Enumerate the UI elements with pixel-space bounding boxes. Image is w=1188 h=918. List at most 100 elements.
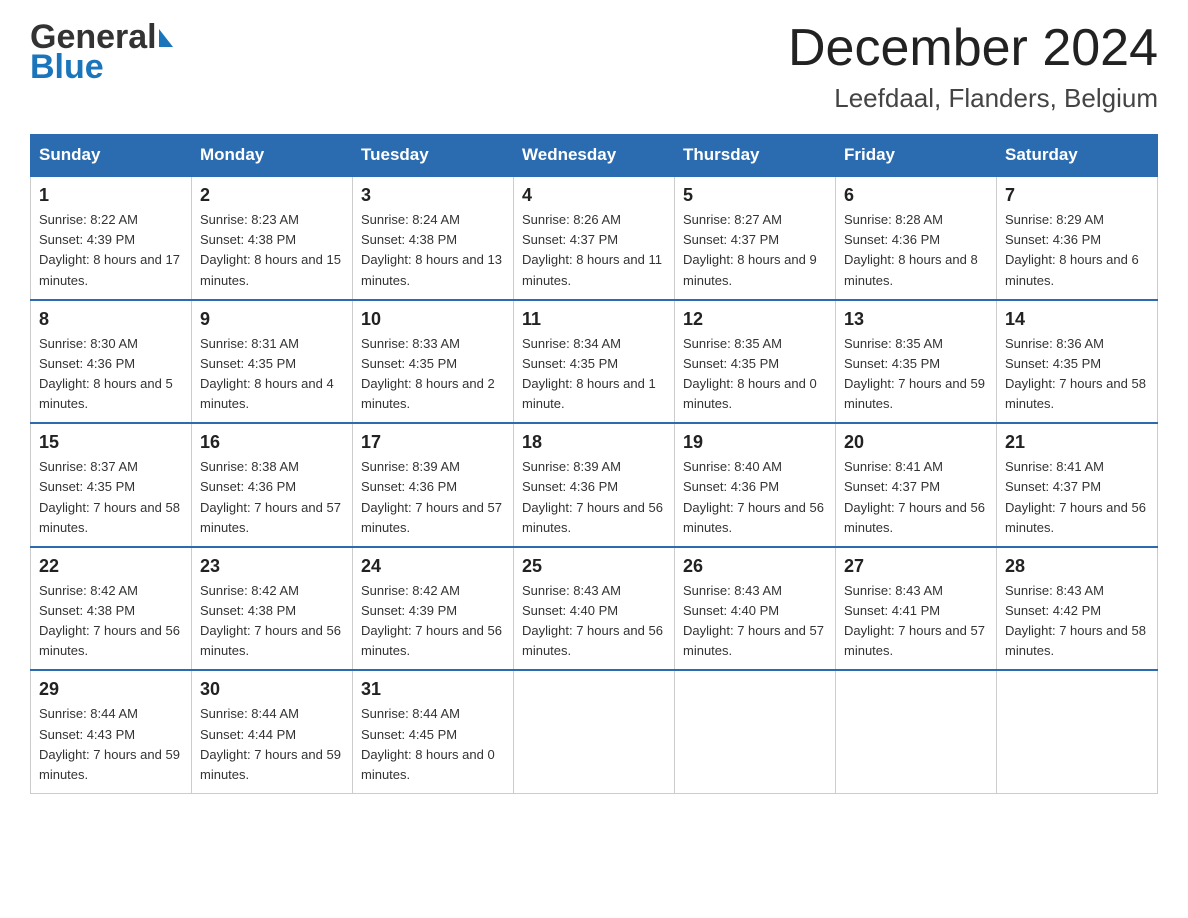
day-info: Sunrise: 8:26 AM Sunset: 4:37 PM Dayligh… xyxy=(522,210,666,291)
day-info: Sunrise: 8:35 AM Sunset: 4:35 PM Dayligh… xyxy=(844,334,988,415)
day-cell-14: 14 Sunrise: 8:36 AM Sunset: 4:35 PM Dayl… xyxy=(997,300,1158,424)
day-number: 13 xyxy=(844,309,988,330)
day-cell-7: 7 Sunrise: 8:29 AM Sunset: 4:36 PM Dayli… xyxy=(997,176,1158,300)
day-cell-5: 5 Sunrise: 8:27 AM Sunset: 4:37 PM Dayli… xyxy=(675,176,836,300)
day-number: 18 xyxy=(522,432,666,453)
day-cell-2: 2 Sunrise: 8:23 AM Sunset: 4:38 PM Dayli… xyxy=(192,176,353,300)
day-cell-23: 23 Sunrise: 8:42 AM Sunset: 4:38 PM Dayl… xyxy=(192,547,353,671)
day-number: 8 xyxy=(39,309,183,330)
day-number: 30 xyxy=(200,679,344,700)
day-cell-13: 13 Sunrise: 8:35 AM Sunset: 4:35 PM Dayl… xyxy=(836,300,997,424)
day-info: Sunrise: 8:31 AM Sunset: 4:35 PM Dayligh… xyxy=(200,334,344,415)
empty-cell xyxy=(675,670,836,793)
day-number: 25 xyxy=(522,556,666,577)
day-number: 14 xyxy=(1005,309,1149,330)
day-number: 6 xyxy=(844,185,988,206)
day-number: 12 xyxy=(683,309,827,330)
page-header: General Blue December 2024 Leefdaal, Fla… xyxy=(30,20,1158,114)
day-info: Sunrise: 8:42 AM Sunset: 4:39 PM Dayligh… xyxy=(361,581,505,662)
day-info: Sunrise: 8:43 AM Sunset: 4:40 PM Dayligh… xyxy=(522,581,666,662)
week-row-4: 22 Sunrise: 8:42 AM Sunset: 4:38 PM Dayl… xyxy=(31,547,1158,671)
day-number: 11 xyxy=(522,309,666,330)
day-info: Sunrise: 8:43 AM Sunset: 4:41 PM Dayligh… xyxy=(844,581,988,662)
day-info: Sunrise: 8:36 AM Sunset: 4:35 PM Dayligh… xyxy=(1005,334,1149,415)
day-info: Sunrise: 8:43 AM Sunset: 4:40 PM Dayligh… xyxy=(683,581,827,662)
day-number: 16 xyxy=(200,432,344,453)
day-info: Sunrise: 8:44 AM Sunset: 4:43 PM Dayligh… xyxy=(39,704,183,785)
day-cell-21: 21 Sunrise: 8:41 AM Sunset: 4:37 PM Dayl… xyxy=(997,423,1158,547)
logo-general-text: General xyxy=(30,18,157,56)
week-row-2: 8 Sunrise: 8:30 AM Sunset: 4:36 PM Dayli… xyxy=(31,300,1158,424)
day-info: Sunrise: 8:41 AM Sunset: 4:37 PM Dayligh… xyxy=(1005,457,1149,538)
day-number: 29 xyxy=(39,679,183,700)
day-number: 10 xyxy=(361,309,505,330)
day-info: Sunrise: 8:27 AM Sunset: 4:37 PM Dayligh… xyxy=(683,210,827,291)
month-title: December 2024 xyxy=(788,20,1158,77)
header-tuesday: Tuesday xyxy=(353,135,514,177)
day-number: 2 xyxy=(200,185,344,206)
header-friday: Friday xyxy=(836,135,997,177)
day-info: Sunrise: 8:28 AM Sunset: 4:36 PM Dayligh… xyxy=(844,210,988,291)
empty-cell xyxy=(514,670,675,793)
day-cell-11: 11 Sunrise: 8:34 AM Sunset: 4:35 PM Dayl… xyxy=(514,300,675,424)
day-info: Sunrise: 8:38 AM Sunset: 4:36 PM Dayligh… xyxy=(200,457,344,538)
day-number: 26 xyxy=(683,556,827,577)
day-cell-15: 15 Sunrise: 8:37 AM Sunset: 4:35 PM Dayl… xyxy=(31,423,192,547)
day-info: Sunrise: 8:34 AM Sunset: 4:35 PM Dayligh… xyxy=(522,334,666,415)
day-cell-10: 10 Sunrise: 8:33 AM Sunset: 4:35 PM Dayl… xyxy=(353,300,514,424)
day-cell-29: 29 Sunrise: 8:44 AM Sunset: 4:43 PM Dayl… xyxy=(31,670,192,793)
week-row-1: 1 Sunrise: 8:22 AM Sunset: 4:39 PM Dayli… xyxy=(31,176,1158,300)
day-cell-6: 6 Sunrise: 8:28 AM Sunset: 4:36 PM Dayli… xyxy=(836,176,997,300)
day-cell-25: 25 Sunrise: 8:43 AM Sunset: 4:40 PM Dayl… xyxy=(514,547,675,671)
day-info: Sunrise: 8:42 AM Sunset: 4:38 PM Dayligh… xyxy=(200,581,344,662)
day-number: 27 xyxy=(844,556,988,577)
day-number: 19 xyxy=(683,432,827,453)
day-cell-24: 24 Sunrise: 8:42 AM Sunset: 4:39 PM Dayl… xyxy=(353,547,514,671)
location-subtitle: Leefdaal, Flanders, Belgium xyxy=(788,83,1158,114)
day-number: 17 xyxy=(361,432,505,453)
day-cell-19: 19 Sunrise: 8:40 AM Sunset: 4:36 PM Dayl… xyxy=(675,423,836,547)
day-info: Sunrise: 8:44 AM Sunset: 4:44 PM Dayligh… xyxy=(200,704,344,785)
day-cell-12: 12 Sunrise: 8:35 AM Sunset: 4:35 PM Dayl… xyxy=(675,300,836,424)
day-info: Sunrise: 8:42 AM Sunset: 4:38 PM Dayligh… xyxy=(39,581,183,662)
day-cell-8: 8 Sunrise: 8:30 AM Sunset: 4:36 PM Dayli… xyxy=(31,300,192,424)
day-cell-4: 4 Sunrise: 8:26 AM Sunset: 4:37 PM Dayli… xyxy=(514,176,675,300)
day-info: Sunrise: 8:33 AM Sunset: 4:35 PM Dayligh… xyxy=(361,334,505,415)
day-number: 28 xyxy=(1005,556,1149,577)
day-info: Sunrise: 8:35 AM Sunset: 4:35 PM Dayligh… xyxy=(683,334,827,415)
empty-cell xyxy=(997,670,1158,793)
week-row-3: 15 Sunrise: 8:37 AM Sunset: 4:35 PM Dayl… xyxy=(31,423,1158,547)
day-number: 3 xyxy=(361,185,505,206)
day-number: 31 xyxy=(361,679,505,700)
header-thursday: Thursday xyxy=(675,135,836,177)
day-info: Sunrise: 8:39 AM Sunset: 4:36 PM Dayligh… xyxy=(522,457,666,538)
day-info: Sunrise: 8:22 AM Sunset: 4:39 PM Dayligh… xyxy=(39,210,183,291)
empty-cell xyxy=(836,670,997,793)
header-sunday: Sunday xyxy=(31,135,192,177)
day-number: 9 xyxy=(200,309,344,330)
day-number: 24 xyxy=(361,556,505,577)
day-cell-27: 27 Sunrise: 8:43 AM Sunset: 4:41 PM Dayl… xyxy=(836,547,997,671)
week-row-5: 29 Sunrise: 8:44 AM Sunset: 4:43 PM Dayl… xyxy=(31,670,1158,793)
day-info: Sunrise: 8:39 AM Sunset: 4:36 PM Dayligh… xyxy=(361,457,505,538)
day-number: 7 xyxy=(1005,185,1149,206)
day-number: 4 xyxy=(522,185,666,206)
day-info: Sunrise: 8:23 AM Sunset: 4:38 PM Dayligh… xyxy=(200,210,344,291)
day-number: 1 xyxy=(39,185,183,206)
title-area: December 2024 Leefdaal, Flanders, Belgiu… xyxy=(788,20,1158,114)
day-cell-9: 9 Sunrise: 8:31 AM Sunset: 4:35 PM Dayli… xyxy=(192,300,353,424)
day-number: 20 xyxy=(844,432,988,453)
day-cell-18: 18 Sunrise: 8:39 AM Sunset: 4:36 PM Dayl… xyxy=(514,423,675,547)
day-cell-20: 20 Sunrise: 8:41 AM Sunset: 4:37 PM Dayl… xyxy=(836,423,997,547)
calendar-table: Sunday Monday Tuesday Wednesday Thursday… xyxy=(30,134,1158,794)
day-info: Sunrise: 8:37 AM Sunset: 4:35 PM Dayligh… xyxy=(39,457,183,538)
header-monday: Monday xyxy=(192,135,353,177)
day-cell-17: 17 Sunrise: 8:39 AM Sunset: 4:36 PM Dayl… xyxy=(353,423,514,547)
day-info: Sunrise: 8:24 AM Sunset: 4:38 PM Dayligh… xyxy=(361,210,505,291)
header-saturday: Saturday xyxy=(997,135,1158,177)
day-number: 15 xyxy=(39,432,183,453)
weekday-header-row: Sunday Monday Tuesday Wednesday Thursday… xyxy=(31,135,1158,177)
day-cell-28: 28 Sunrise: 8:43 AM Sunset: 4:42 PM Dayl… xyxy=(997,547,1158,671)
day-cell-16: 16 Sunrise: 8:38 AM Sunset: 4:36 PM Dayl… xyxy=(192,423,353,547)
day-cell-1: 1 Sunrise: 8:22 AM Sunset: 4:39 PM Dayli… xyxy=(31,176,192,300)
